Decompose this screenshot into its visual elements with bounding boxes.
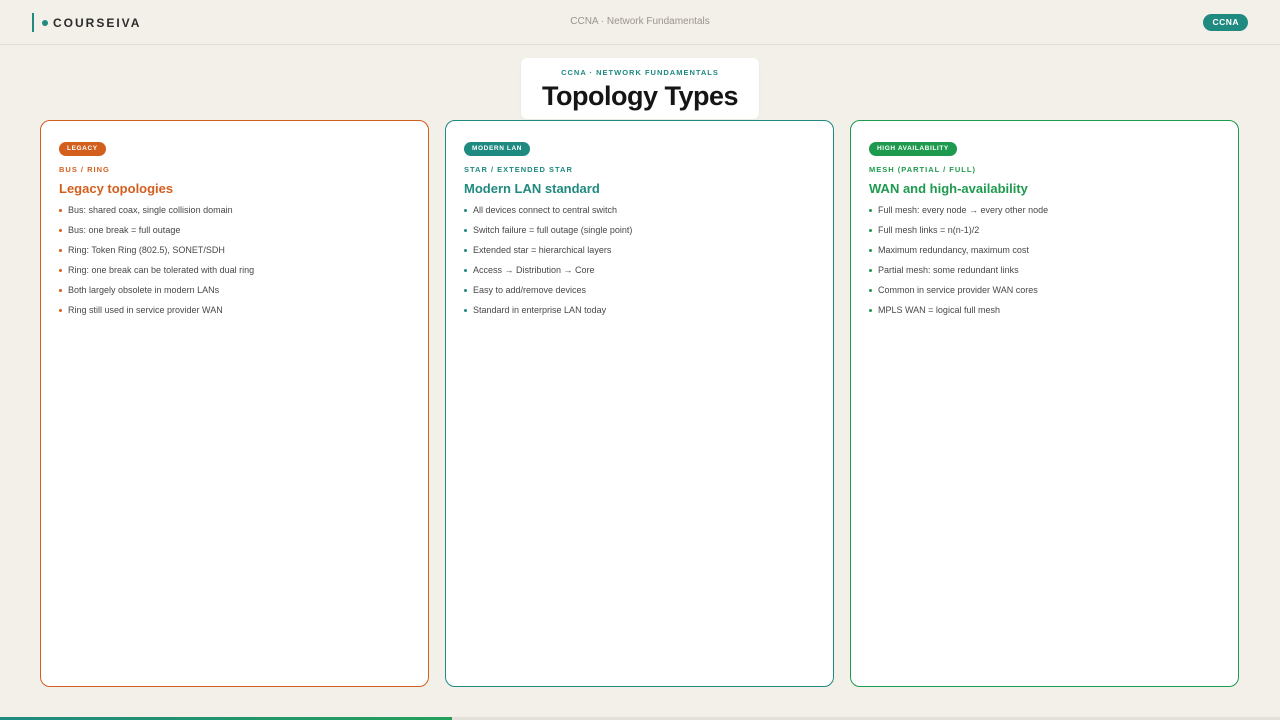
slide-title: Topology Types — [541, 81, 739, 111]
list-item: Partial mesh: some redundant links — [869, 265, 1220, 285]
list-item: Access → Distribution → Core — [464, 265, 815, 285]
bullet-icon — [59, 209, 62, 212]
card-list: All devices connect to central switch Sw… — [464, 205, 815, 325]
course-badge[interactable]: CCNA — [1203, 14, 1248, 31]
bullet-icon — [464, 269, 467, 272]
bullet-icon — [464, 289, 467, 292]
list-item: Switch failure = full outage (single poi… — [464, 225, 815, 245]
bullet-icon — [59, 229, 62, 232]
card-tag: LEGACY — [59, 142, 106, 156]
card-heading: WAN and high-availability — [869, 181, 1028, 196]
card-tag: MODERN LAN — [464, 142, 531, 156]
card-high-availability: HIGH AVAILABILITY MESH (PARTIAL / FULL) … — [850, 120, 1239, 687]
card-heading: Modern LAN standard — [464, 181, 600, 196]
bullet-icon — [869, 269, 872, 272]
card-heading: Legacy topologies — [59, 181, 174, 196]
list-item: Ring: one break can be tolerated with du… — [59, 265, 410, 285]
list-item: Extended star = hierarchical layers — [464, 245, 815, 265]
card-modern-lan: MODERN LAN STAR / EXTENDED STAR Modern L… — [445, 120, 834, 687]
slide-title-card: CCNA · NETWORK FUNDAMENTALS Topology Typ… — [521, 58, 759, 119]
bullet-icon — [869, 249, 872, 252]
bullet-icon — [869, 309, 872, 312]
top-bar: COURSEIVA CCNA · Network Fundamentals CC… — [0, 0, 1280, 45]
bullet-icon — [59, 309, 62, 312]
bullet-icon — [464, 209, 467, 212]
list-item: Maximum redundancy, maximum cost — [869, 245, 1220, 265]
list-item: Full mesh: every node → every other node — [869, 205, 1220, 225]
list-item: Bus: one break = full outage — [59, 225, 410, 245]
list-item: Full mesh links = n(n-1)/2 — [869, 225, 1220, 245]
list-item: MPLS WAN = logical full mesh — [869, 305, 1220, 325]
list-item: Both largely obsolete in modern LANs — [59, 285, 410, 305]
card-subtitle: MESH (PARTIAL / FULL) — [869, 165, 976, 174]
bullet-icon — [869, 209, 872, 212]
card-list: Full mesh: every node → every other node… — [869, 205, 1220, 325]
list-item: Ring still used in service provider WAN — [59, 305, 410, 325]
bullet-icon — [59, 289, 62, 292]
list-item: All devices connect to central switch — [464, 205, 815, 225]
bullet-icon — [464, 249, 467, 252]
card-subtitle: STAR / EXTENDED STAR — [464, 165, 573, 174]
list-item: Common in service provider WAN cores — [869, 285, 1220, 305]
bullet-icon — [464, 309, 467, 312]
slide-kicker: CCNA · NETWORK FUNDAMENTALS — [561, 68, 719, 77]
bullet-icon — [464, 229, 467, 232]
list-item: Ring: Token Ring (802.5), SONET/SDH — [59, 245, 410, 265]
bullet-icon — [869, 229, 872, 232]
bullet-icon — [869, 289, 872, 292]
bullet-icon — [59, 249, 62, 252]
card-list: Bus: shared coax, single collision domai… — [59, 205, 410, 325]
card-legacy: LEGACY BUS / RING Legacy topologies Bus:… — [40, 120, 429, 687]
card-tag: HIGH AVAILABILITY — [869, 142, 957, 156]
list-item: Bus: shared coax, single collision domai… — [59, 205, 410, 225]
list-item: Standard in enterprise LAN today — [464, 305, 815, 325]
course-title: CCNA · Network Fundamentals — [570, 16, 710, 27]
list-item: Easy to add/remove devices — [464, 285, 815, 305]
bullet-icon — [59, 269, 62, 272]
card-subtitle: BUS / RING — [59, 165, 110, 174]
